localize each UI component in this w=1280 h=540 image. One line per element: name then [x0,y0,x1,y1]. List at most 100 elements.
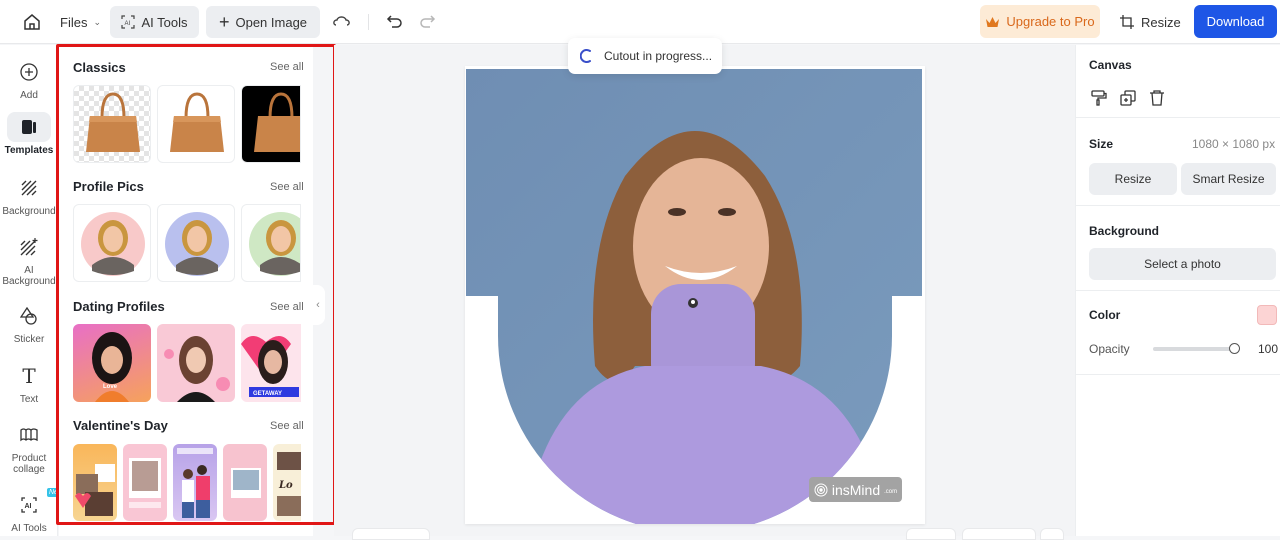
sidebar-item-ai-background[interactable]: AI Background [0,232,58,287]
template-thumb[interactable] [73,85,151,163]
crop-icon [1120,15,1134,29]
open-image-button[interactable]: + Open Image [206,6,320,38]
portrait-pink-image [81,212,145,276]
text-icon: T [22,363,36,388]
watermark-suffix: .com [884,489,898,495]
ai-background-icon [20,238,38,256]
bottom-control[interactable] [906,528,956,540]
cloud-sync-icon[interactable] [332,12,352,32]
chevron-left-icon: ‹ [316,299,320,311]
section-title-classics: Classics [73,60,126,75]
size-value: 1080 × 1080 px [1192,137,1276,151]
divider [1076,205,1280,206]
divider [1076,117,1280,118]
sidebar-item-templates[interactable]: Templates [0,112,58,156]
template-thumb[interactable] [157,324,235,402]
plus-icon: + [218,12,230,32]
duplicate-icon[interactable] [1119,89,1137,107]
left-sidebar: Add Templates Background AI Background S… [0,45,66,536]
templates-icon [22,120,36,134]
sidebar-item-add[interactable]: Add [0,57,58,101]
section-title-dating-profiles: Dating Profiles [73,299,165,314]
ai-tools-button[interactable]: AI AI Tools [110,6,199,38]
dating-profile-love-image: Love [92,332,132,402]
template-thumb[interactable] [241,85,301,163]
download-button[interactable]: Download [1194,5,1277,38]
template-thumb[interactable]: GETAWAY [241,324,301,402]
see-all-dating-profiles[interactable]: See all [270,301,304,313]
template-thumb[interactable] [173,444,217,521]
sidebar-item-ai-tools[interactable]: AI New AI Tools [0,488,66,534]
canvas-resize-button[interactable]: Resize [1089,163,1177,195]
zoom-control[interactable] [352,528,430,540]
home-icon [24,14,40,30]
sidebar-item-background[interactable]: Background [0,173,58,217]
crown-icon [986,16,1000,27]
valentine-love-collage-image: Lo [277,452,301,516]
template-thumb[interactable] [73,204,151,282]
sidebar-item-label: Background [2,206,56,217]
ai-scan-icon: AI [121,15,136,29]
smart-resize-button[interactable]: Smart Resize [1181,163,1276,195]
sidebar-item-label: Text [19,394,39,405]
layers-control[interactable] [962,528,1036,540]
svg-text:AI: AI [25,503,32,510]
sidebar-item-label: Add [20,90,38,101]
panel-scrollbar-track[interactable] [313,45,333,523]
ai-tools-icon: AI [21,497,37,513]
collage-icon [20,428,38,442]
sticker-icon [20,307,37,325]
size-label: Size [1089,137,1114,151]
valentine-collage-image [75,464,115,516]
toast-text: Cutout in progress... [604,49,713,63]
portrait-green-image [249,212,300,276]
opacity-slider[interactable] [1153,343,1240,354]
template-thumb[interactable] [73,444,117,521]
toolbar-divider [368,14,369,30]
template-thumb[interactable] [123,444,167,521]
sidebar-item-sticker[interactable]: Sticker [0,301,58,345]
collapse-panel-button[interactable]: ‹ [311,285,325,325]
see-all-classics[interactable]: See all [270,61,304,73]
valentine-happy-day-image [129,458,161,508]
sidebar-item-product-collage[interactable]: Product collage [0,420,58,475]
open-image-label: Open Image [235,14,308,30]
svg-text:Love: Love [103,384,118,390]
section-title-valentines-day: Valentine's Day [73,418,168,433]
trash-icon[interactable] [1148,89,1166,107]
canvas-section-title: Canvas [1089,58,1132,72]
cutout-progress-toast: Cutout in progress... [568,38,722,74]
select-photo-button[interactable]: Select a photo [1089,248,1276,280]
artboard[interactable] [465,66,925,524]
template-thumb[interactable]: Lo [273,444,301,521]
sidebar-item-text[interactable]: T Text [0,361,58,406]
color-swatch[interactable] [1257,305,1277,325]
loading-spinner-icon [580,49,591,63]
insmind-logo-icon [814,483,828,496]
valentine-lovely-memories-image [231,468,261,498]
files-menu[interactable]: Files ⌄ [60,8,101,36]
upgrade-to-pro-button[interactable]: Upgrade to Pro [980,5,1100,38]
template-thumb[interactable] [157,85,235,163]
help-control[interactable] [1040,528,1064,540]
resize-button[interactable]: Resize [1120,8,1181,36]
see-all-valentines-day[interactable]: See all [270,420,304,432]
format-painter-icon[interactable] [1090,89,1108,107]
portrait-photo [466,69,922,524]
chevron-down-icon: ⌄ [93,16,101,27]
handbag-image [86,92,140,152]
see-all-profile-pics[interactable]: See all [270,181,304,193]
template-thumb[interactable] [241,204,301,282]
opacity-slider-handle[interactable] [1229,343,1240,354]
template-thumb[interactable] [157,204,235,282]
home-button[interactable] [20,10,44,34]
dating-profile-hearts-image [164,336,230,402]
template-thumb[interactable]: Love [73,324,151,402]
sidebar-item-label: Sticker [13,334,45,345]
redo-icon[interactable] [418,12,436,30]
section-title-profile-pics: Profile Pics [73,179,144,194]
plus-circle-icon [20,63,38,81]
divider [1076,290,1280,291]
undo-icon[interactable] [386,12,404,30]
template-thumb[interactable] [223,444,267,521]
